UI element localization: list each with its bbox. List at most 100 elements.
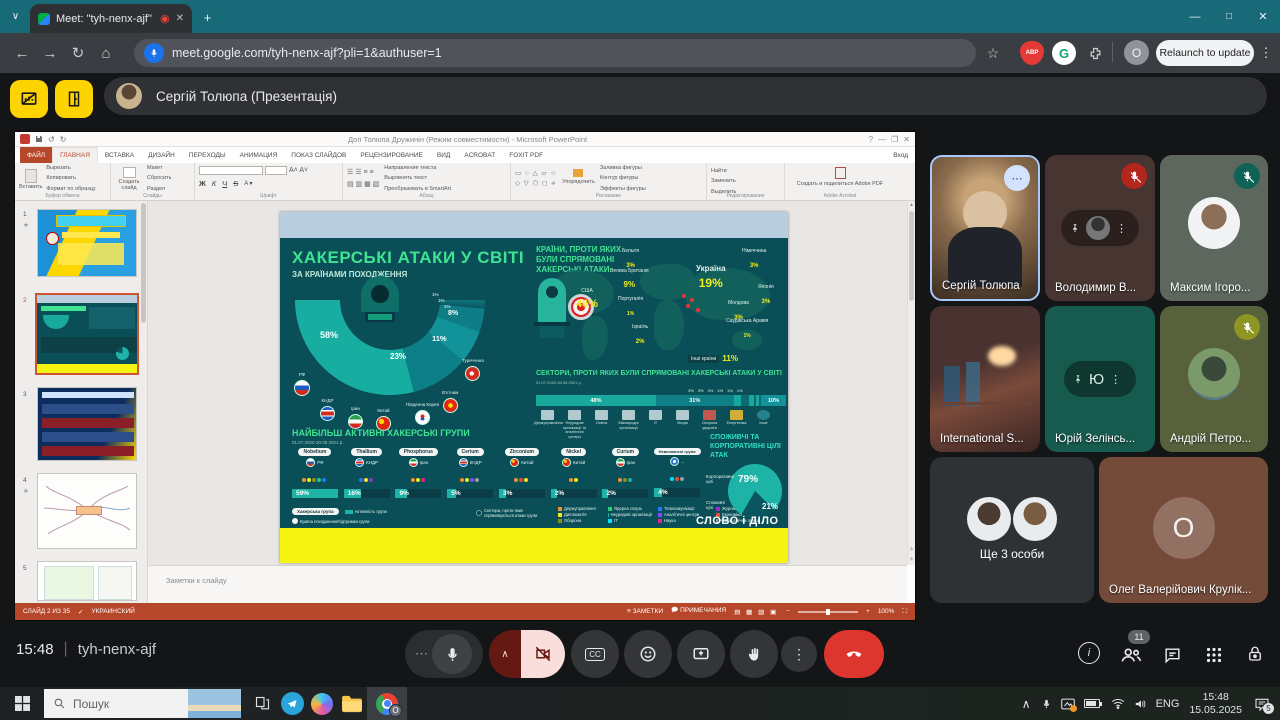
- new-slide-button[interactable]: Создать слайд: [115, 166, 143, 191]
- pill-kebab-icon[interactable]: ⋮: [1116, 222, 1127, 235]
- shape-fill-button[interactable]: Заливка фигуры: [600, 163, 646, 173]
- browser-menu-kebab-icon[interactable]: ⋮: [1258, 41, 1274, 65]
- activities-grid-icon[interactable]: [1202, 644, 1226, 666]
- zoom-slider[interactable]: [798, 611, 858, 613]
- ppt-minimize-icon[interactable]: —: [878, 135, 886, 144]
- end-call-button[interactable]: [824, 630, 884, 678]
- profile-avatar[interactable]: O: [1124, 40, 1149, 65]
- people-icon[interactable]: [1118, 644, 1144, 666]
- new-tab-button[interactable]: +: [198, 8, 217, 27]
- paste-button[interactable]: Вставить: [19, 168, 42, 190]
- participant-tile-andriy[interactable]: Андрій Петро...: [1160, 306, 1268, 452]
- shapes-gallery[interactable]: ▭ ○ △ ▱ ☆◇ ▽ ⬠ ◻ ⟡: [515, 169, 557, 189]
- next-slide-icon[interactable]: ≚: [908, 557, 915, 563]
- window-close-button[interactable]: ✕: [1246, 0, 1280, 33]
- strikethrough-button[interactable]: S: [233, 179, 238, 188]
- ppt-sign-in[interactable]: Вход: [886, 147, 915, 163]
- copilot-icon[interactable]: [307, 687, 337, 720]
- tab-view[interactable]: ВИД: [430, 147, 457, 163]
- task-view-icon[interactable]: [247, 687, 277, 720]
- pinned-avatar-pill[interactable]: ⋮: [1061, 210, 1139, 246]
- ppt-close-icon[interactable]: ✕: [903, 135, 910, 144]
- camera-options-icon[interactable]: ∧: [489, 630, 521, 678]
- extensions-puzzle-icon[interactable]: [1085, 43, 1105, 63]
- door-shortcut-icon[interactable]: [55, 80, 93, 118]
- mic-in-use-icon[interactable]: [144, 43, 164, 63]
- reactions-button[interactable]: [624, 630, 672, 678]
- tab-slideshow[interactable]: ПОКАЗ СЛАЙДОВ: [284, 147, 353, 163]
- text-direction-button[interactable]: Направление текста: [384, 163, 451, 173]
- tile-more-options-icon[interactable]: ⋯: [1004, 165, 1030, 191]
- chart-board-shortcut-icon[interactable]: [10, 80, 48, 118]
- browser-tab[interactable]: Meet: "tyh-nenx-ajf" ◉ ✕: [30, 4, 192, 33]
- start-button[interactable]: [0, 687, 44, 720]
- slide-thumbnail-5[interactable]: [37, 561, 137, 601]
- chrome-taskbar-active[interactable]: O: [367, 687, 407, 720]
- underline-button[interactable]: Ч: [222, 179, 227, 188]
- participant-tile-yuriy[interactable]: Ю ⋮ Юрій Зелінсь...: [1045, 306, 1155, 452]
- notes-toggle[interactable]: ≡ ЗАМЕТКИ: [627, 608, 663, 615]
- fit-slide-icon[interactable]: ⛶: [902, 608, 907, 616]
- slide-thumbnail-4[interactable]: [37, 473, 137, 549]
- mic-options-icon[interactable]: ⋯: [415, 646, 428, 662]
- bullets-buttons[interactable]: ☰ ☰ ≡ ≡: [347, 167, 379, 178]
- raise-hand-button[interactable]: [730, 630, 778, 678]
- captions-button[interactable]: CC: [571, 630, 619, 678]
- ppt-help-icon[interactable]: ?: [869, 135, 873, 144]
- more-options-button[interactable]: ⋮: [781, 636, 817, 672]
- prev-slide-icon[interactable]: ≙: [908, 547, 915, 553]
- replace-button[interactable]: Заменить: [711, 176, 780, 186]
- tab-home[interactable]: ГЛАВНАЯ: [52, 147, 98, 163]
- ppt-vertical-scrollbar[interactable]: ▲ ≙ ≚: [907, 201, 915, 565]
- camera-control[interactable]: ∧: [489, 630, 565, 678]
- window-minimize-button[interactable]: —: [1178, 0, 1212, 33]
- layout-button[interactable]: Макет: [147, 163, 171, 173]
- search-highlight-image[interactable]: [188, 689, 241, 718]
- pill-kebab-icon[interactable]: ⋮: [1110, 373, 1121, 386]
- pinned-avatar-pill[interactable]: Ю ⋮: [1064, 361, 1136, 397]
- home-icon[interactable]: ⌂: [92, 39, 120, 67]
- tab-review[interactable]: РЕЦЕНЗИРОВАНИЕ: [353, 147, 430, 163]
- save-icon[interactable]: [35, 135, 43, 143]
- taskbar-clock[interactable]: 15:48 15.05.2025: [1189, 691, 1242, 717]
- participant-tile-sergiy[interactable]: ⋯ Сергій Толюпа: [930, 155, 1040, 301]
- reload-icon[interactable]: ↻: [64, 39, 92, 67]
- tab-close-icon[interactable]: ✕: [176, 13, 184, 24]
- undo-icon[interactable]: ↺: [48, 135, 55, 144]
- tray-volume-icon[interactable]: [1134, 698, 1148, 710]
- zoom-out-icon[interactable]: −: [786, 608, 790, 615]
- align-text-button[interactable]: Выровнять текст: [384, 173, 451, 183]
- adobe-create-button[interactable]: Создать и поделиться Adobe PDF: [789, 181, 891, 188]
- file-explorer-icon[interactable]: [337, 687, 367, 720]
- window-maximize-button[interactable]: □: [1212, 0, 1246, 33]
- tab-animations[interactable]: АНИМАЦИЯ: [233, 147, 285, 163]
- tray-chevron-icon[interactable]: ∧: [1022, 697, 1031, 711]
- participant-tile-international[interactable]: International S...: [930, 306, 1040, 452]
- tab-foxit[interactable]: FOXIT PDF: [502, 147, 550, 163]
- tab-search-icon[interactable]: ∨: [6, 7, 25, 26]
- tab-acrobat[interactable]: ACROBAT: [457, 147, 502, 163]
- copy-button[interactable]: Копировать: [46, 173, 95, 183]
- address-bar[interactable]: meet.google.com/tyh-nenx-ajf?pli=1&authu…: [134, 39, 976, 67]
- tab-file[interactable]: ФАЙЛ: [20, 147, 52, 163]
- tab-insert[interactable]: ВСТАВКА: [98, 147, 141, 163]
- slide-thumbnail-2-selected[interactable]: [35, 293, 139, 375]
- arrange-button[interactable]: Упорядочить: [562, 177, 595, 187]
- slide-thumbnail-1[interactable]: [37, 209, 137, 277]
- comments-toggle[interactable]: 🗩 ПРИМЕЧАНИЯ: [671, 606, 726, 617]
- tab-design[interactable]: ДИЗАЙН: [141, 147, 182, 163]
- scroll-up-icon[interactable]: ▲: [908, 201, 915, 209]
- slide-thumbnail-3[interactable]: [37, 387, 137, 461]
- tray-mic-icon[interactable]: [1041, 697, 1052, 711]
- mic-on-icon[interactable]: [432, 634, 472, 674]
- shape-outline-button[interactable]: Контур фигуры: [600, 173, 646, 183]
- bold-button[interactable]: Ж: [199, 179, 206, 188]
- notes-pane[interactable]: Заметки к слайду: [148, 565, 907, 603]
- font-name-select[interactable]: [199, 166, 263, 175]
- telegram-icon[interactable]: [277, 687, 307, 720]
- forward-icon[interactable]: →: [36, 39, 64, 67]
- zoom-in-icon[interactable]: +: [866, 608, 870, 615]
- grammarly-extension-icon[interactable]: G: [1052, 41, 1076, 65]
- action-center-icon[interactable]: 5: [1254, 697, 1270, 711]
- participant-tile-oleg[interactable]: О Олег Валерійович Крулік...: [1099, 457, 1268, 603]
